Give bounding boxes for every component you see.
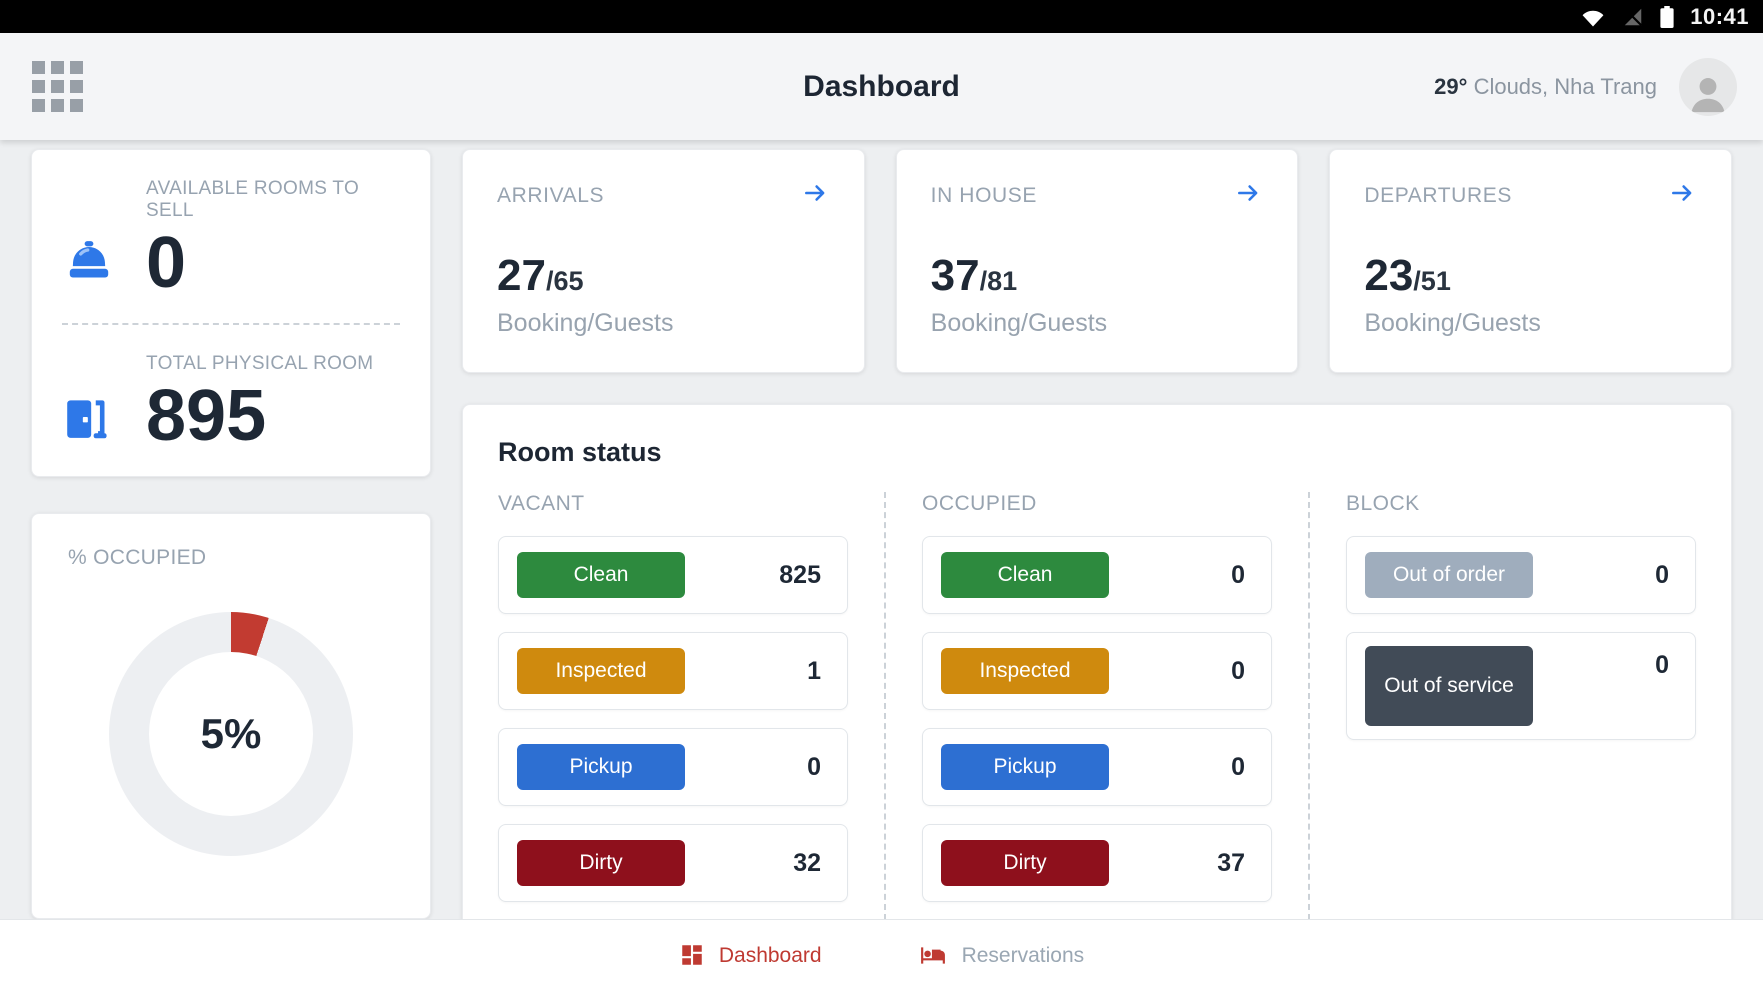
occupied-inspected-row[interactable]: Inspected 0	[922, 632, 1272, 710]
dashboard-icon	[679, 942, 705, 971]
occupied-clean-row[interactable]: Clean 0	[922, 536, 1272, 614]
status-badge: Inspected	[517, 648, 685, 694]
app-header: Dashboard 29° Clouds, Nha Trang	[0, 33, 1763, 140]
status-count: 0	[1231, 753, 1245, 782]
status-count: 0	[1231, 561, 1245, 590]
person-icon	[1685, 70, 1731, 116]
occupied-label: OCCUPIED	[922, 492, 1272, 516]
departures-total: /51	[1413, 266, 1451, 297]
status-badge: Dirty	[517, 840, 685, 886]
available-rooms-value: 0	[146, 224, 186, 303]
page-title: Dashboard	[803, 70, 960, 104]
weather-temp: 29°	[1434, 74, 1467, 99]
avatar[interactable]	[1679, 58, 1737, 116]
nav-label: Reservations	[962, 944, 1085, 968]
apps-menu-icon[interactable]	[32, 61, 83, 112]
arrow-right-icon[interactable]	[800, 180, 830, 211]
status-time: 10:41	[1690, 4, 1749, 30]
room-status-card: Room status VACANT Clean 825 Inspected 1…	[462, 404, 1732, 919]
block-out-of-service-row[interactable]: Out of service 0	[1346, 632, 1696, 740]
occupancy-card: % OCCUPIED 5%	[31, 513, 431, 919]
battery-icon	[1660, 6, 1674, 28]
occupied-column: OCCUPIED Clean 0 Inspected 0 Pickup 0 D	[884, 492, 1272, 919]
occupied-pickup-row[interactable]: Pickup 0	[922, 728, 1272, 806]
available-rooms-label: AVAILABLE ROOMS TO SELL	[146, 178, 400, 222]
block-column: BLOCK Out of order 0 Out of service 0	[1308, 492, 1696, 919]
status-badge: Out of service	[1365, 646, 1533, 726]
vacant-pickup-row[interactable]: Pickup 0	[498, 728, 848, 806]
arrow-right-icon[interactable]	[1667, 180, 1697, 211]
arrivals-total: /65	[546, 266, 584, 297]
status-count: 0	[1655, 561, 1669, 590]
status-badge: Pickup	[517, 744, 685, 790]
status-badge: Clean	[517, 552, 685, 598]
nav-item-reservations[interactable]: Reservations	[918, 942, 1085, 971]
occupancy-value: 5%	[201, 710, 262, 758]
in-house-label: IN HOUSE	[931, 184, 1037, 208]
departures-sub: Booking/Guests	[1364, 309, 1697, 338]
status-bar: 10:41	[0, 0, 1763, 33]
service-bell-icon	[62, 240, 146, 288]
occupied-dirty-row[interactable]: Dirty 37	[922, 824, 1272, 902]
available-rooms-section: AVAILABLE ROOMS TO SELL 0	[32, 150, 430, 323]
bottom-nav: Dashboard Reservations	[0, 919, 1763, 992]
arrivals-value: 27	[497, 251, 546, 301]
vacant-column: VACANT Clean 825 Inspected 1 Pickup 0 D	[498, 492, 848, 919]
total-rooms-value: 895	[146, 377, 266, 456]
rooms-summary-card: AVAILABLE ROOMS TO SELL 0 TOTAL PHY	[31, 149, 431, 477]
room-status-title: Room status	[463, 405, 1731, 492]
bed-icon	[918, 942, 948, 971]
door-icon	[62, 391, 146, 443]
status-count: 37	[1217, 849, 1245, 878]
in-house-card[interactable]: IN HOUSE 37 /81 Booking/Guests	[896, 149, 1299, 373]
block-out-of-order-row[interactable]: Out of order 0	[1346, 536, 1696, 614]
status-count: 0	[1231, 657, 1245, 686]
status-count: 825	[779, 561, 821, 590]
status-count: 0	[1655, 651, 1669, 680]
departures-label: DEPARTURES	[1364, 184, 1512, 208]
departures-value: 23	[1364, 251, 1413, 301]
status-badge: Out of order	[1365, 552, 1533, 598]
status-badge: Pickup	[941, 744, 1109, 790]
status-badge: Clean	[941, 552, 1109, 598]
vacant-inspected-row[interactable]: Inspected 1	[498, 632, 848, 710]
arrivals-card[interactable]: ARRIVALS 27 /65 Booking/Guests	[462, 149, 865, 373]
vacant-clean-row[interactable]: Clean 825	[498, 536, 848, 614]
arrivals-label: ARRIVALS	[497, 184, 604, 208]
weather-desc: Clouds, Nha Trang	[1474, 74, 1657, 99]
in-house-value: 37	[931, 251, 980, 301]
block-label: BLOCK	[1346, 492, 1696, 516]
vacant-label: VACANT	[498, 492, 848, 516]
dashboard-content: AVAILABLE ROOMS TO SELL 0 TOTAL PHY	[0, 140, 1763, 919]
arrivals-sub: Booking/Guests	[497, 309, 830, 338]
total-rooms-label: TOTAL PHYSICAL ROOM	[146, 353, 400, 375]
nav-label: Dashboard	[719, 944, 822, 968]
in-house-sub: Booking/Guests	[931, 309, 1264, 338]
cellular-no-signal-icon	[1622, 6, 1644, 28]
occupancy-donut-chart: 5%	[109, 612, 353, 856]
status-count: 0	[807, 753, 821, 782]
vacant-dirty-row[interactable]: Dirty 32	[498, 824, 848, 902]
status-badge: Dirty	[941, 840, 1109, 886]
in-house-total: /81	[980, 266, 1018, 297]
status-count: 1	[807, 657, 821, 686]
weather-summary: 29° Clouds, Nha Trang	[1434, 74, 1657, 100]
status-count: 32	[793, 849, 821, 878]
status-badge: Inspected	[941, 648, 1109, 694]
arrow-right-icon[interactable]	[1233, 180, 1263, 211]
wifi-icon	[1580, 7, 1606, 27]
total-rooms-section: TOTAL PHYSICAL ROOM 895	[32, 325, 430, 476]
departures-card[interactable]: DEPARTURES 23 /51 Booking/Guests	[1329, 149, 1732, 373]
nav-item-dashboard[interactable]: Dashboard	[679, 942, 822, 971]
occupancy-label: % OCCUPIED	[68, 546, 394, 570]
